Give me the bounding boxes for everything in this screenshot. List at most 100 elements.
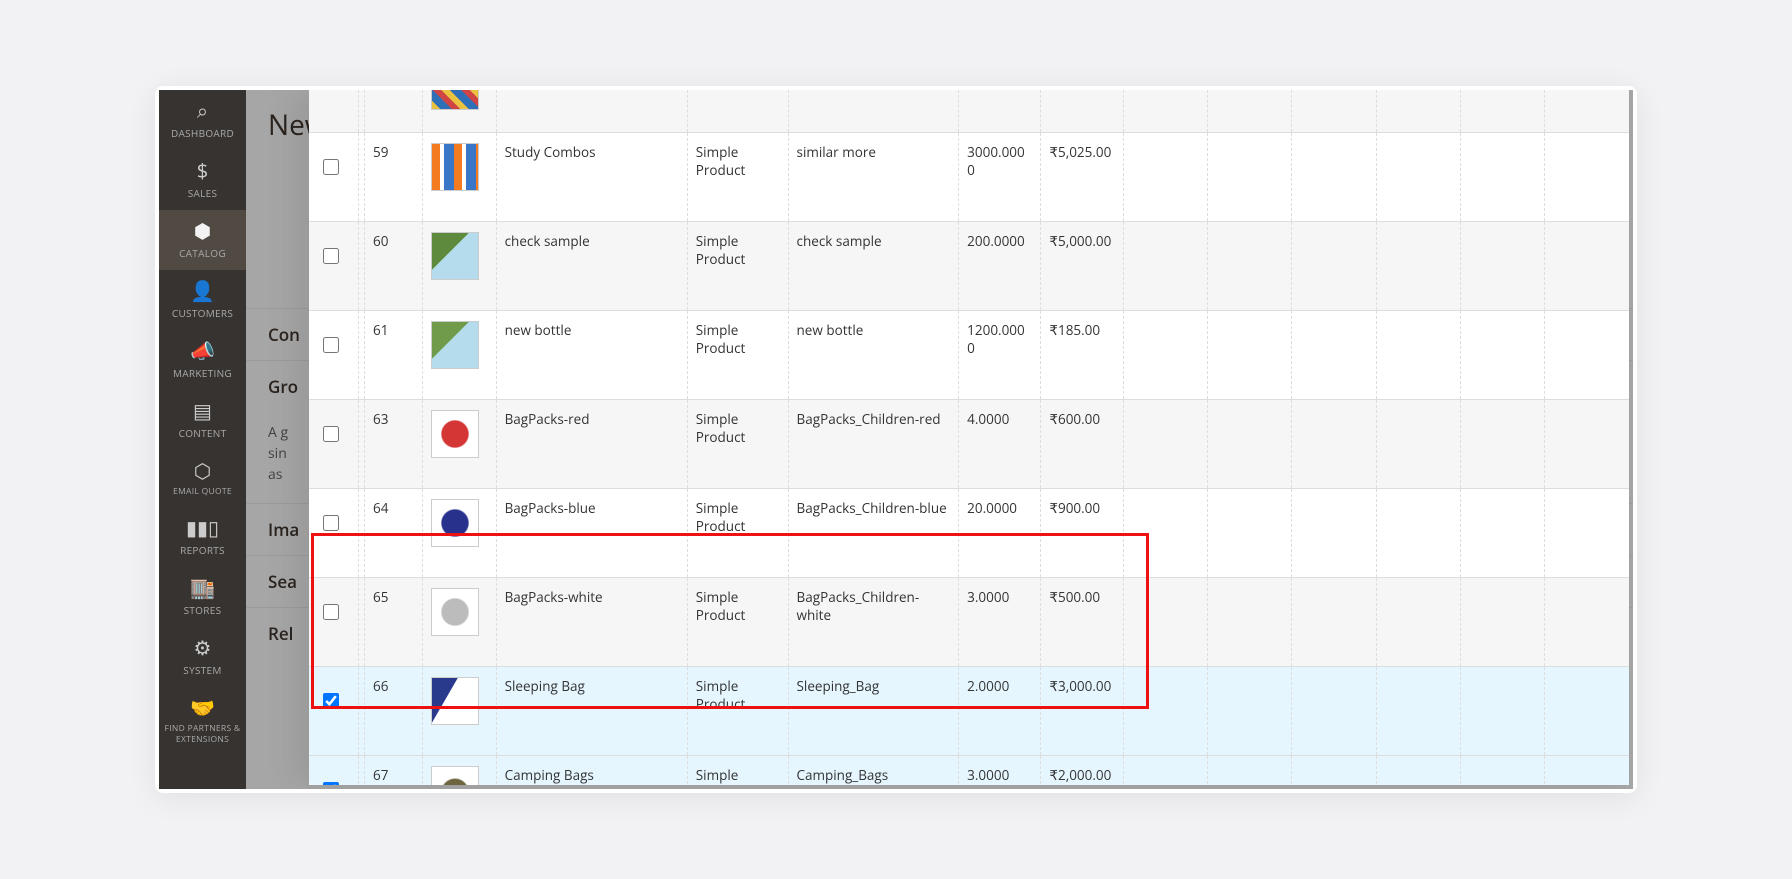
nav-item-find-partners-extensions[interactable]: 🤝 FIND PARTNERS & EXTENSIONS (159, 687, 246, 755)
row-checkbox[interactable] (323, 782, 339, 785)
cell-type: Simple Product (687, 489, 788, 578)
cell-id: 65 (365, 578, 423, 667)
cell-price: ₹3,000.00 (1041, 667, 1123, 756)
cell-sku: BagPacks_Children-red (788, 400, 959, 489)
catalog-icon: ⬢ (161, 220, 244, 242)
cell-qty: 2.0000 (959, 667, 1041, 756)
product-thumbnail (431, 677, 479, 725)
cell-qty (959, 90, 1041, 133)
cell-type: Simple Product (687, 133, 788, 222)
cell-type: Simple Product (687, 667, 788, 756)
nav-item-dashboard[interactable]: ⌕DASHBOARD (159, 90, 246, 150)
cell-qty: 3.0000 (959, 578, 1041, 667)
row-checkbox[interactable] (323, 248, 339, 264)
cell-price: ₹600.00 (1041, 400, 1123, 489)
table-row[interactable]: 65BagPacks-whiteSimple ProductBagPacks_C… (309, 578, 1629, 667)
product-thumbnail (431, 90, 479, 110)
table-row[interactable]: 59 Study CombosSimple Productsimilar more… (309, 133, 1629, 222)
cell-name: new bottle (496, 311, 687, 400)
marketing-icon: 📣 (161, 340, 244, 362)
table-row[interactable]: 63BagPacks-redSimple ProductBagPacks_Chi… (309, 400, 1629, 489)
nav-item-system[interactable]: ⚙ SYSTEM (159, 627, 246, 687)
nav-label: EMAIL QUOTE (161, 486, 244, 497)
product-grid-panel: 59Study CombosSimple Productsimilar more… (309, 90, 1629, 785)
cell-qty: 1200.0000 (959, 311, 1041, 400)
row-checkbox[interactable] (323, 159, 339, 175)
table-row[interactable]: 67Camping BagsSimple ProductCamping_Bags… (309, 756, 1629, 786)
table-row[interactable]: 66 Sleeping BagSimple ProductSleeping_Bag… (309, 667, 1629, 756)
nav-item-sales[interactable]: $ SALES (159, 150, 246, 210)
cell-qty: 3000.0000 (959, 133, 1041, 222)
nav-label: CATALOG (161, 246, 244, 260)
cell-sku: BagPacks_Children-white (788, 578, 959, 667)
cell-price: ₹500.00 (1041, 578, 1123, 667)
sales-icon: $ (161, 160, 244, 182)
cell-price: ₹900.00 (1041, 489, 1123, 578)
reports-icon: ▮▮▯ (161, 517, 244, 539)
cell-sku: new bottle (788, 311, 959, 400)
row-checkbox[interactable] (323, 337, 339, 353)
cell-type: Simple Product (687, 311, 788, 400)
cell-id: 63 (365, 400, 423, 489)
cell-price: ₹185.00 (1041, 311, 1123, 400)
nav-label: CONTENT (161, 426, 244, 440)
cell-price: ₹5,025.00 (1041, 133, 1123, 222)
product-thumbnail (431, 766, 479, 785)
table-row[interactable] (309, 90, 1629, 133)
cell-id: 64 (365, 489, 423, 578)
product-thumbnail (431, 321, 479, 369)
product-grid: 59Study CombosSimple Productsimilar more… (309, 90, 1629, 785)
cell-sku: Sleeping_Bag (788, 667, 959, 756)
cell-id: 66 (365, 667, 423, 756)
nav-item-catalog[interactable]: ⬢ CATALOG (159, 210, 246, 270)
nav-item-marketing[interactable]: 📣MARKETING (159, 330, 246, 390)
nav-label: REPORTS (161, 543, 244, 557)
cell-qty: 4.0000 (959, 400, 1041, 489)
cell-sku: BagPacks_Children-blue (788, 489, 959, 578)
row-checkbox[interactable] (323, 515, 339, 531)
table-row[interactable]: 60 check sampleSimple Productcheck sample… (309, 222, 1629, 311)
table-row[interactable]: 64BagPacks-blueSimple ProductBagPacks_Ch… (309, 489, 1629, 578)
cell-name: check sample (496, 222, 687, 311)
row-checkbox[interactable] (323, 693, 339, 709)
nav-label: FIND PARTNERS & EXTENSIONS (161, 723, 244, 745)
cell-id: 59 (365, 133, 423, 222)
app-viewport: New Con Gro A g sin as Ima Sea Rel ⌕DASH… (159, 90, 1633, 789)
cell-name (496, 90, 687, 133)
cell-type: Simple Product (687, 400, 788, 489)
cell-qty: 20.0000 (959, 489, 1041, 578)
content-icon: ▤ (161, 400, 244, 422)
find-partners-extensions-icon: 🤝 (161, 697, 244, 719)
nav-label: DASHBOARD (161, 126, 244, 140)
nav-label: SYSTEM (161, 663, 244, 677)
email-quote-icon: ⬡ (161, 460, 244, 482)
cell-name: Sleeping Bag (496, 667, 687, 756)
product-thumbnail (431, 588, 479, 636)
nav-item-customers[interactable]: 👤CUSTOMERS (159, 270, 246, 330)
cell-id: 61 (365, 311, 423, 400)
nav-item-reports[interactable]: ▮▮▯ REPORTS (159, 507, 246, 567)
nav-label: SALES (161, 186, 244, 200)
cell-id (365, 90, 423, 133)
cell-id: 60 (365, 222, 423, 311)
product-thumbnail (431, 143, 479, 191)
cell-type: Simple Product (687, 222, 788, 311)
system-icon: ⚙ (161, 637, 244, 659)
row-checkbox[interactable] (323, 426, 339, 442)
product-thumbnail (431, 499, 479, 547)
row-checkbox[interactable] (323, 604, 339, 620)
cell-type (687, 90, 788, 133)
cell-type: Simple Product (687, 756, 788, 786)
cell-name: Study Combos (496, 133, 687, 222)
nav-label: CUSTOMERS (161, 306, 244, 320)
cell-name: Camping Bags (496, 756, 687, 786)
nav-item-content[interactable]: ▤ CONTENT (159, 390, 246, 450)
cell-price: ₹5,000.00 (1041, 222, 1123, 311)
cell-sku: similar more (788, 133, 959, 222)
stores-icon: 🏬 (161, 577, 244, 599)
table-row[interactable]: 61new bottleSimple Productnew bottle1200… (309, 311, 1629, 400)
nav-item-email-quote[interactable]: ⬡ EMAIL QUOTE (159, 450, 246, 507)
nav-item-stores[interactable]: 🏬STORES (159, 567, 246, 627)
cell-id: 67 (365, 756, 423, 786)
cell-sku: check sample (788, 222, 959, 311)
